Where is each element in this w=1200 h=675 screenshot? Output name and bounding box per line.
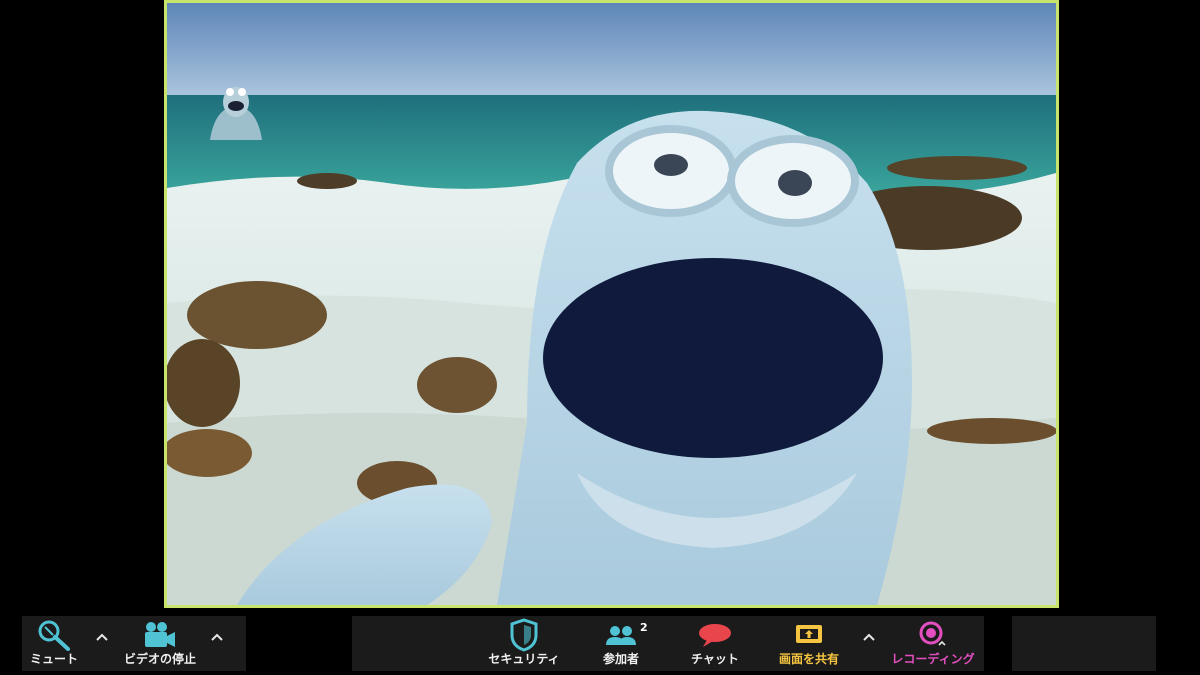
toolbar-right-panel bbox=[1012, 616, 1156, 671]
video-camera-icon bbox=[142, 618, 178, 652]
record-button[interactable]: レコーディング bbox=[884, 612, 982, 675]
chat-button[interactable]: チャット bbox=[680, 612, 750, 675]
shield-icon bbox=[510, 618, 538, 652]
share-screen-button[interactable]: 画面を共有 bbox=[768, 612, 850, 675]
active-speaker-video[interactable] bbox=[164, 0, 1059, 608]
stop-video-label: ビデオの停止 bbox=[123, 652, 196, 666]
record-icon bbox=[917, 618, 949, 652]
chat-label: チャット bbox=[691, 652, 739, 666]
chevron-up-icon bbox=[211, 633, 223, 641]
record-label: レコーディング bbox=[891, 652, 975, 666]
participants-label: 参加者 bbox=[602, 652, 639, 666]
security-label: セキュリティ bbox=[488, 652, 560, 666]
mute-button[interactable]: ミュート bbox=[22, 612, 86, 675]
chevron-up-icon bbox=[863, 633, 875, 641]
beach-scene bbox=[167, 3, 1056, 605]
mute-options-caret[interactable] bbox=[93, 628, 111, 646]
people-icon bbox=[605, 618, 637, 652]
stop-video-button[interactable]: ビデオの停止 bbox=[115, 612, 205, 675]
share-options-caret[interactable] bbox=[860, 628, 878, 646]
share-screen-label: 画面を共有 bbox=[778, 652, 839, 666]
self-view-thumbnail[interactable] bbox=[206, 84, 266, 140]
chat-bubble-icon bbox=[697, 618, 733, 652]
participants-count-badge: 2 bbox=[640, 621, 648, 634]
video-stage bbox=[0, 0, 1200, 612]
mute-label: ミュート bbox=[29, 652, 78, 666]
video-options-caret[interactable] bbox=[208, 628, 226, 646]
microphone-icon bbox=[34, 618, 74, 652]
share-screen-icon bbox=[794, 618, 824, 652]
chevron-up-icon bbox=[96, 633, 108, 641]
security-button[interactable]: セキュリティ bbox=[478, 612, 570, 675]
